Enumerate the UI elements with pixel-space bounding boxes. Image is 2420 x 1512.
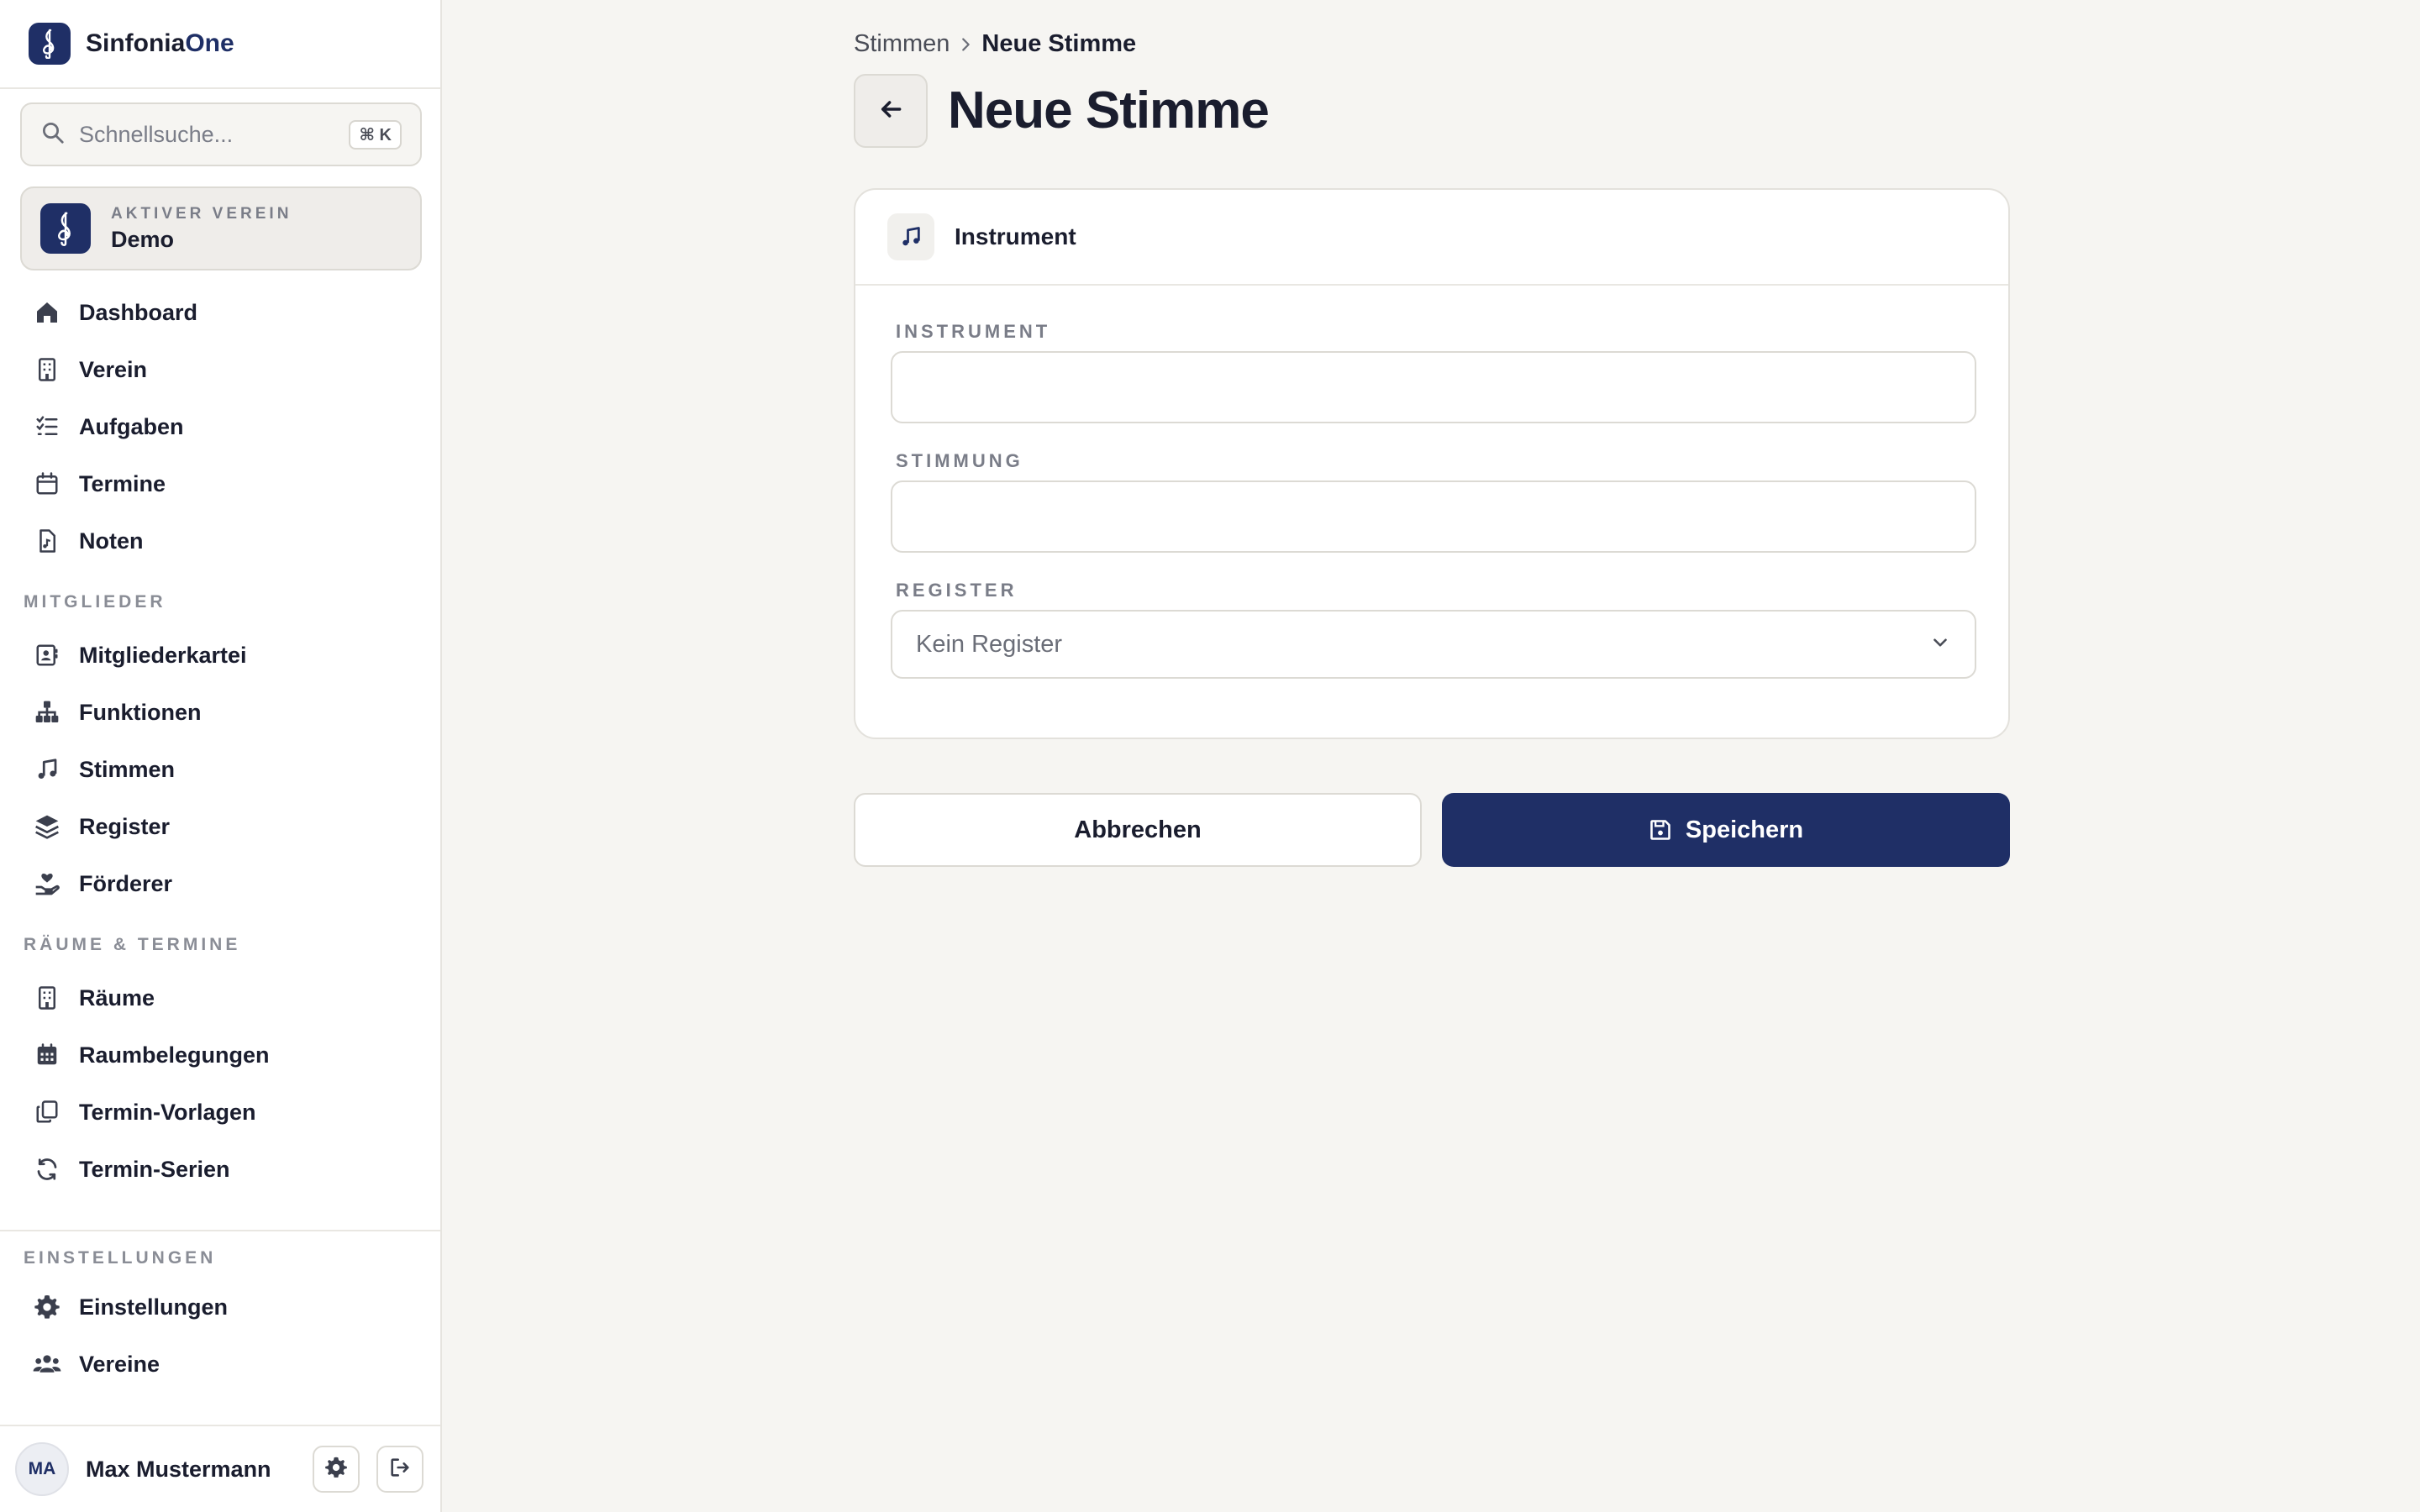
sidebar: SinfoniaOne Schnellsuche... ⌘ K AKTIVER …	[0, 0, 442, 1512]
breadcrumb-parent-link[interactable]: Stimmen	[854, 30, 950, 58]
arrow-left-icon	[877, 96, 904, 127]
quick-search[interactable]: Schnellsuche... ⌘ K	[20, 102, 422, 166]
nav-item-verein[interactable]: Verein	[0, 341, 440, 398]
treble-clef-icon	[40, 203, 91, 254]
gear-icon	[324, 1456, 348, 1483]
nav-item-raeume[interactable]: Räume	[0, 969, 440, 1026]
nav-item-aufgaben[interactable]: Aufgaben	[0, 398, 440, 455]
calendar-grid-icon	[32, 1040, 62, 1070]
layers-icon	[32, 811, 62, 842]
nav-item-funktionen[interactable]: Funktionen	[0, 684, 440, 741]
nav-item-foerderer[interactable]: Förderer	[0, 855, 440, 912]
breadcrumb: Stimmen Neue Stimme	[854, 30, 1136, 58]
brand-name: SinfoniaOne	[86, 29, 234, 57]
card-title: Instrument	[955, 223, 1076, 249]
hand-heart-icon	[32, 869, 62, 899]
checklist-icon	[32, 412, 62, 442]
user-bar: MA Max Mustermann	[0, 1425, 440, 1512]
user-name: Max Mustermann	[86, 1456, 271, 1482]
nav-item-termin-serien[interactable]: Termin-Serien	[0, 1141, 440, 1198]
gear-icon	[32, 1292, 62, 1322]
active-club-switcher[interactable]: AKTIVER VEREIN Demo	[20, 186, 422, 270]
nav-item-raumbelegungen[interactable]: Raumbelegungen	[0, 1026, 440, 1084]
music-note-icon	[32, 754, 62, 785]
music-note-icon	[887, 213, 934, 260]
nav-section-settings: EINSTELLUNGEN	[24, 1248, 217, 1268]
nav-item-termine[interactable]: Termine	[0, 455, 440, 512]
register-select[interactable]: Kein Register	[891, 610, 1976, 679]
nav-section-members: MITGLIEDER	[24, 592, 166, 612]
cancel-button[interactable]: Abbrechen	[854, 793, 1422, 867]
refresh-icon	[32, 1154, 62, 1184]
home-icon	[32, 297, 62, 328]
user-settings-button[interactable]	[313, 1446, 360, 1493]
page-title: Neue Stimme	[948, 81, 1270, 139]
card-header: Instrument	[855, 190, 2008, 286]
nav-item-mitgliederkartei[interactable]: Mitgliederkartei	[0, 627, 440, 684]
nav-item-termin-vorlagen[interactable]: Termin-Vorlagen	[0, 1084, 440, 1141]
main-nav: Dashboard Verein Aufgaben Termine Noten …	[0, 284, 440, 1198]
back-button[interactable]	[854, 74, 928, 148]
save-button[interactable]: Speichern	[1442, 793, 2010, 867]
search-icon	[40, 120, 66, 150]
chevron-down-icon	[1929, 632, 1951, 658]
save-button-label: Speichern	[1685, 816, 1804, 843]
settings-block: EINSTELLUNGEN Einstellungen Vereine	[0, 1230, 440, 1426]
instrument-card: Instrument INSTRUMENT STIMMUNG REGISTER …	[854, 188, 2010, 739]
building-icon	[32, 983, 62, 1013]
chevron-right-icon	[956, 35, 975, 54]
hierarchy-icon	[32, 697, 62, 727]
nav-item-noten[interactable]: Noten	[0, 512, 440, 570]
register-select-value: Kein Register	[916, 630, 1063, 658]
stimmung-input[interactable]	[891, 480, 1976, 553]
sheet-music-icon	[32, 526, 62, 556]
brand[interactable]: SinfoniaOne	[0, 0, 440, 89]
search-placeholder: Schnellsuche...	[79, 121, 234, 147]
register-label: REGISTER	[896, 580, 1018, 601]
contact-card-icon	[32, 640, 62, 670]
breadcrumb-current: Neue Stimme	[981, 30, 1137, 57]
logout-icon	[388, 1456, 412, 1483]
nav-item-register[interactable]: Register	[0, 798, 440, 855]
copy-icon	[32, 1097, 62, 1127]
floppy-disk-icon	[1649, 818, 1672, 842]
logout-button[interactable]	[376, 1446, 424, 1493]
search-shortcut-badge: ⌘ K	[349, 119, 402, 150]
instrument-input[interactable]	[891, 351, 1976, 423]
building-icon	[32, 354, 62, 385]
nav-section-rooms: RÄUME & TERMINE	[24, 935, 241, 954]
active-club-name: Demo	[111, 226, 175, 252]
nav-item-einstellungen[interactable]: Einstellungen	[0, 1278, 440, 1336]
stimmung-label: STIMMUNG	[896, 450, 1023, 471]
instrument-label: INSTRUMENT	[896, 321, 1051, 342]
nav-item-stimmen[interactable]: Stimmen	[0, 741, 440, 798]
nav-item-vereine[interactable]: Vereine	[0, 1336, 440, 1393]
calendar-icon	[32, 469, 62, 499]
active-club-kicker: AKTIVER VEREIN	[111, 204, 292, 223]
nav-item-dashboard[interactable]: Dashboard	[0, 284, 440, 341]
treble-clef-logo-icon	[29, 23, 71, 65]
avatar[interactable]: MA	[15, 1442, 69, 1496]
users-icon	[32, 1349, 62, 1379]
